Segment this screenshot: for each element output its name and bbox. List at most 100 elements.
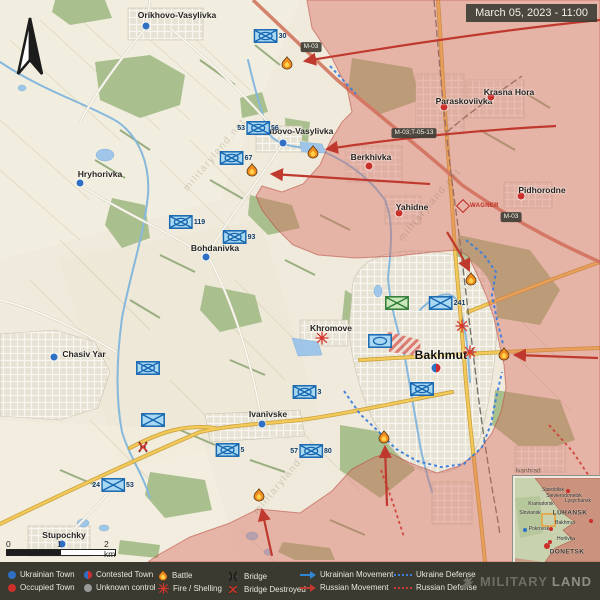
road-badge: M-03: [301, 42, 322, 52]
eagle-icon: [456, 571, 476, 591]
town-label-berkhivka: Berkhivka: [351, 152, 392, 162]
unit-icon-inf: [141, 413, 165, 427]
unit-icon-inf: 24 53: [92, 478, 134, 492]
legend-label: Contested Town: [96, 571, 153, 579]
inset-label-kramatorsk: Kramatorsk: [528, 501, 554, 507]
inset-town-dot: [523, 528, 527, 532]
legend-item-ukrainian-town: Ukrainian Town: [8, 571, 75, 579]
ukraine-defense-line-icon: [394, 572, 412, 578]
town-label-khromove: Khromove: [310, 323, 352, 333]
legend-label: Fire / Shelling: [173, 585, 222, 593]
russian-defense-line-icon: [394, 585, 412, 591]
town-label-ivanivske: Ivanivske: [249, 409, 287, 419]
militaryland-logo: MILITARY LAND: [456, 571, 592, 591]
town-label-pidhorodne: Pidhorodne: [518, 185, 565, 195]
legend-item-battle: Battle: [158, 570, 192, 581]
legend-label: Occupied Town: [20, 584, 75, 592]
battle-icon: [378, 431, 390, 444]
scale-zero: 0: [6, 539, 11, 549]
legend-label: Ukrainian Town: [20, 571, 75, 579]
unit-icon-mech: 67: [220, 151, 253, 165]
town-dot-berkhivka: [366, 163, 373, 170]
fire-shelling-icon: [464, 346, 477, 359]
town-dot-orikhovo-vasylivka: [143, 23, 150, 30]
unit-number: 24: [92, 482, 100, 489]
town-label-dubovo-vasylivka: Dubovo-Vasylivka: [261, 126, 334, 136]
unit-icon-mech: 93: [223, 230, 256, 244]
logo-text-land: LAND: [552, 574, 592, 589]
unit-icon-mech: 119: [169, 215, 205, 229]
scale-one: 1: [57, 539, 62, 549]
map-canvas: [0, 0, 600, 562]
fire-shelling-icon: [456, 320, 469, 333]
battle-icon: [246, 164, 258, 177]
compass-north-icon: [8, 14, 52, 80]
battle-flame-icon: [158, 570, 168, 581]
wagner-diamond-icon: [456, 199, 470, 213]
watermark: militaryland.net: [251, 440, 318, 517]
town-label-hryhorivka: Hryhorivka: [78, 169, 122, 179]
unit-number: 53: [237, 125, 245, 132]
inset-town-dot: [589, 519, 593, 523]
map-screenshot: militaryland.netmilitaryland.netmilitary…: [0, 0, 600, 600]
unit-number: 93: [248, 234, 256, 241]
logo-text-military: MILITARY: [480, 574, 548, 589]
marker-layer: Orikhovo-Vasylivka Dubovo-Vasylivka Hryhor…: [0, 0, 600, 562]
unit-icon-mech: [410, 382, 434, 396]
inset-label-sloviansk: Sloviansk: [519, 510, 540, 516]
road-badge: M-03: [501, 212, 522, 222]
inset-map: StarobilskSievierodonetskLysychanskKrama…: [513, 476, 600, 564]
legend-item-bridge-destroyed: Bridge Destroyed: [226, 584, 306, 595]
unit-number: 67: [245, 155, 253, 162]
legend-bar: Ukrainian Town Occupied Town Contested T…: [0, 562, 600, 600]
inset-label-lysychansk: Lysychansk: [565, 498, 591, 504]
watermark: militaryland.net: [181, 117, 248, 194]
unit-icon-mech: 5780: [290, 444, 332, 458]
town-dot-pidhorodne: [518, 193, 525, 200]
legend-item-fire-shelling: Fire / Shelling: [158, 583, 222, 594]
battle-icon: [281, 57, 293, 70]
town-label-orikhovo-vasylivka: Orikhovo-Vasylivka: [138, 10, 216, 20]
fire-shelling-icon: [316, 332, 329, 345]
legend-item-ukrainian-movement: Ukrainian Movement: [300, 571, 393, 579]
unit-icon-spec: [385, 296, 409, 310]
legend-item-occupied-town: Occupied Town: [8, 584, 75, 592]
unit-icon-armor: [368, 334, 392, 348]
unit-icon-mech: 53 56: [237, 121, 279, 135]
town-dot-dubovo-vasylivka: [280, 140, 287, 147]
town-label-chasiv-yar: Chasiv Yar: [62, 349, 105, 359]
inset-label-bakhmut: Bakhmut: [555, 520, 575, 526]
legend-item-unknown-control: Unknown control: [84, 584, 156, 592]
legend-label: Unknown control: [96, 584, 156, 592]
unit-number: 3: [318, 389, 322, 396]
battle-icon: [498, 348, 510, 361]
battle-icon: [253, 489, 265, 502]
town-dot-krasna-hora: [488, 94, 495, 101]
unit-number: 53: [126, 482, 134, 489]
legend-item-russian-movement: Russian Movement: [300, 584, 388, 592]
unit-number: 56: [271, 125, 279, 132]
town-dot-bakhmut: [432, 364, 441, 373]
inset-label-luhansk: LUHANSK: [553, 510, 588, 517]
inset-label-horlivka: Horlivka: [557, 536, 575, 542]
wagner-marker: WAGNER: [458, 201, 499, 211]
scale-two: 2 km: [104, 539, 118, 559]
unit-number: 119: [194, 219, 205, 226]
unknown-control-dot-icon: [84, 584, 92, 592]
town-label-yahidne: Yahidne: [396, 202, 429, 212]
wagner-label: WAGNER: [470, 203, 499, 209]
scale-bar: 0 1 2 km: [6, 539, 118, 556]
unit-number: 241: [454, 300, 466, 307]
ukrainian-movement-arrow-icon: [300, 571, 316, 579]
unit-icon-mech: 5: [216, 443, 245, 457]
unit-icon-mech: [136, 361, 160, 375]
town-dot-yahidne: [396, 210, 403, 217]
inset-label-pokrovsk: Pokrovsk: [529, 526, 550, 532]
town-dot-paraskoviivka: [441, 104, 448, 111]
unit-number: 57: [290, 448, 298, 455]
legend-item-bridge: Bridge: [226, 571, 267, 582]
town-label-bohdanivka: Bohdanivka: [191, 243, 239, 253]
unit-number: 30: [279, 33, 287, 40]
fire-shelling-icon: [158, 583, 169, 594]
road-badge: M-03;T-05-13: [391, 128, 436, 138]
